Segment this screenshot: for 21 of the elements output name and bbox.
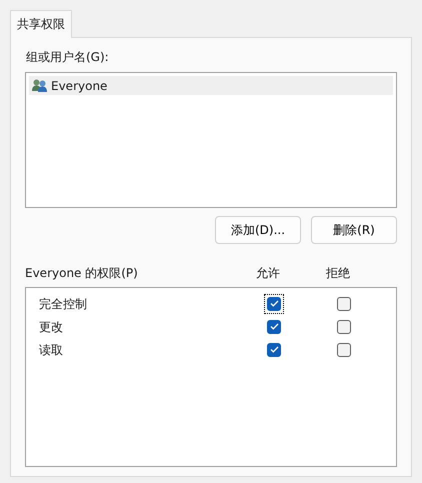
group-name: Everyone [51,78,108,94]
permission-name: 读取 [39,342,64,358]
permission-name: 更改 [39,318,64,336]
group-list[interactable]: Everyone [25,72,397,208]
button[interactable]: 添加(D)... [215,216,301,244]
button[interactable]: 删除(R) [311,216,397,244]
column-header: 拒绝 [325,265,351,282]
permissions-label: Everyone 的权限(P) [25,265,139,282]
check-icon [270,300,278,307]
checkbox[interactable] [337,296,351,310]
column-header: 允许 [255,265,281,282]
users-icon [32,79,48,92]
group-list-label: 组或用户名(G): [26,49,110,66]
checkbox[interactable] [337,320,351,334]
checkbox[interactable] [267,342,281,356]
checkbox[interactable] [267,320,281,334]
tab[interactable]: 共享权限 [10,10,72,38]
check-icon [270,346,278,353]
check-icon [270,323,278,330]
checkbox[interactable] [337,342,351,356]
permission-name: 完全控制 [39,296,88,312]
